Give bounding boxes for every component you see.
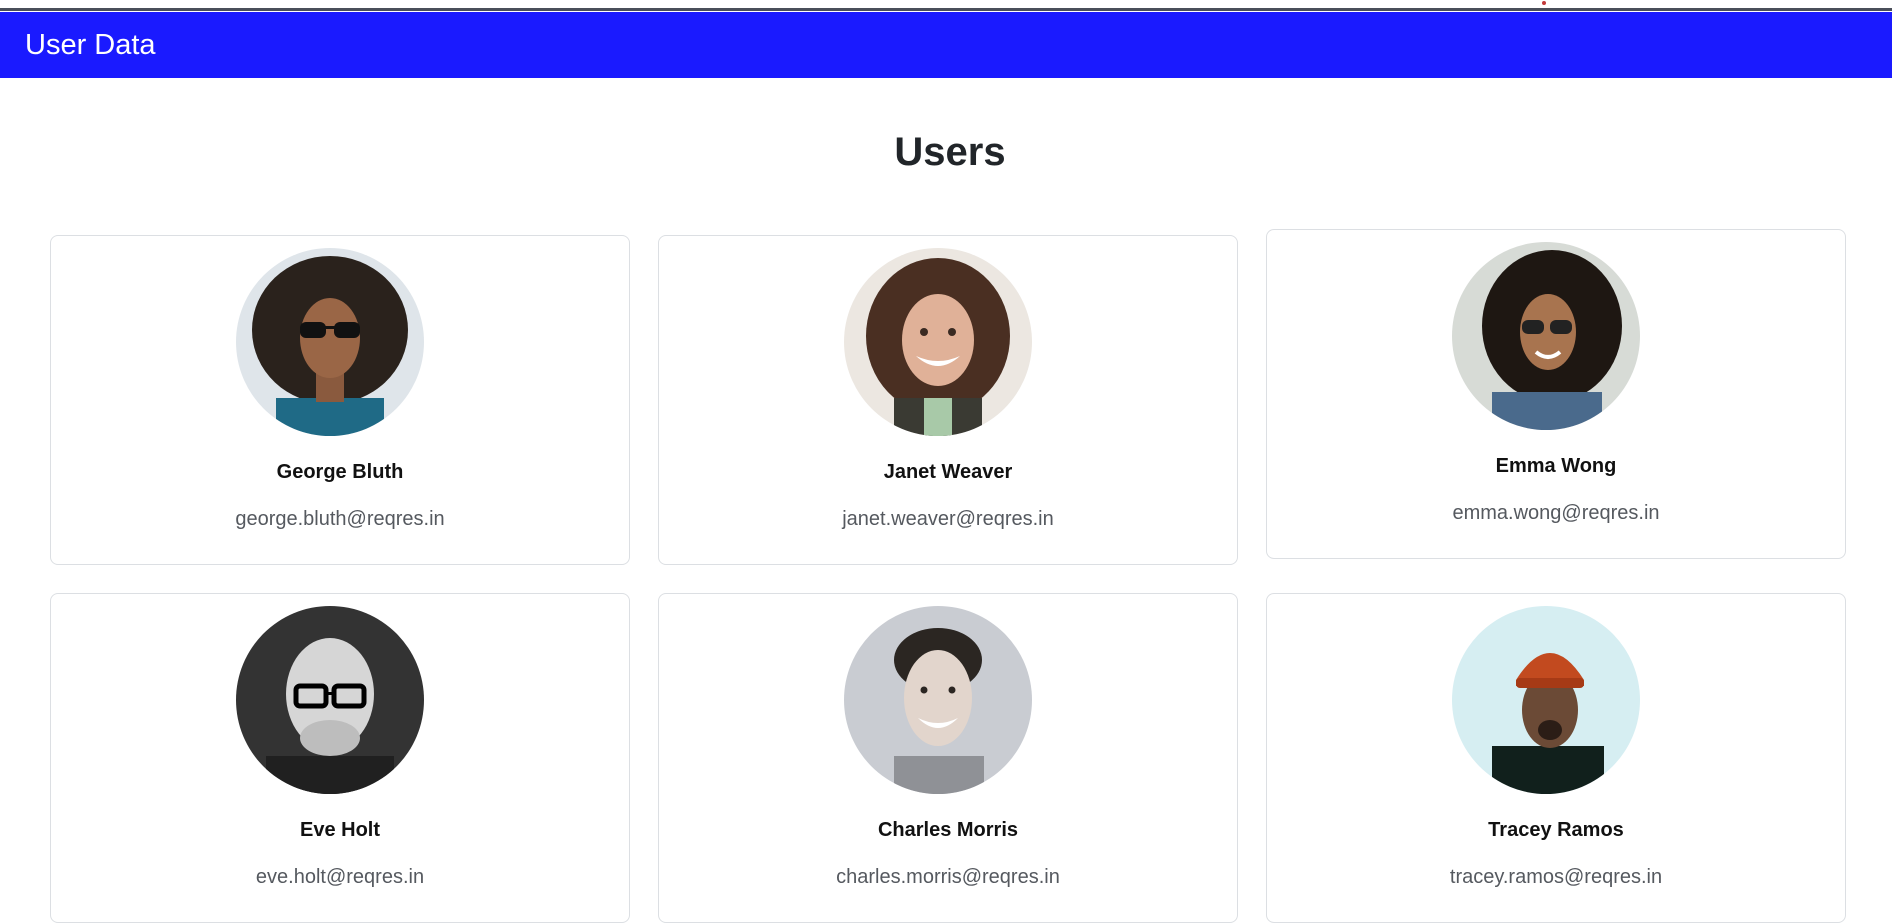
page-title: Users	[894, 130, 1006, 174]
user-email: janet.weaver@reqres.in	[842, 508, 1054, 530]
user-name: Janet Weaver	[883, 461, 1013, 483]
user-email: charles.morris@reqres.in	[836, 866, 1060, 888]
user-avatar	[236, 606, 424, 794]
top-divider	[0, 8, 1892, 11]
browser-top-strip	[0, 0, 1892, 12]
user-avatar	[844, 606, 1032, 794]
user-card: Eve Holt eve.holt@reqres.in	[50, 593, 630, 923]
user-name: Tracey Ramos	[1488, 819, 1624, 841]
user-email: tracey.ramos@reqres.in	[1449, 866, 1663, 888]
navbar-brand[interactable]: User Data	[25, 12, 156, 78]
user-avatar	[1452, 606, 1640, 794]
user-card: Charles Morris charles.morris@reqres.in	[658, 593, 1238, 923]
user-name: Charles Morris	[877, 819, 1019, 841]
user-name: Emma Wong	[1495, 455, 1617, 477]
user-card: Tracey Ramos tracey.ramos@reqres.in	[1266, 593, 1846, 923]
user-email: emma.wong@reqres.in	[1452, 502, 1660, 524]
user-email: george.bluth@reqres.in	[235, 508, 445, 530]
user-avatar	[1452, 242, 1640, 430]
indicator-dot	[1542, 1, 1546, 5]
navbar: User Data	[0, 12, 1892, 78]
user-email: eve.holt@reqres.in	[255, 866, 425, 888]
user-avatar	[236, 248, 424, 436]
user-avatar	[844, 248, 1032, 436]
user-card: Emma Wong emma.wong@reqres.in	[1266, 229, 1846, 559]
user-name: George Bluth	[276, 461, 404, 483]
user-name: Eve Holt	[299, 819, 381, 841]
user-card: Janet Weaver janet.weaver@reqres.in	[658, 235, 1238, 565]
user-card: George Bluth george.bluth@reqres.in	[50, 235, 630, 565]
